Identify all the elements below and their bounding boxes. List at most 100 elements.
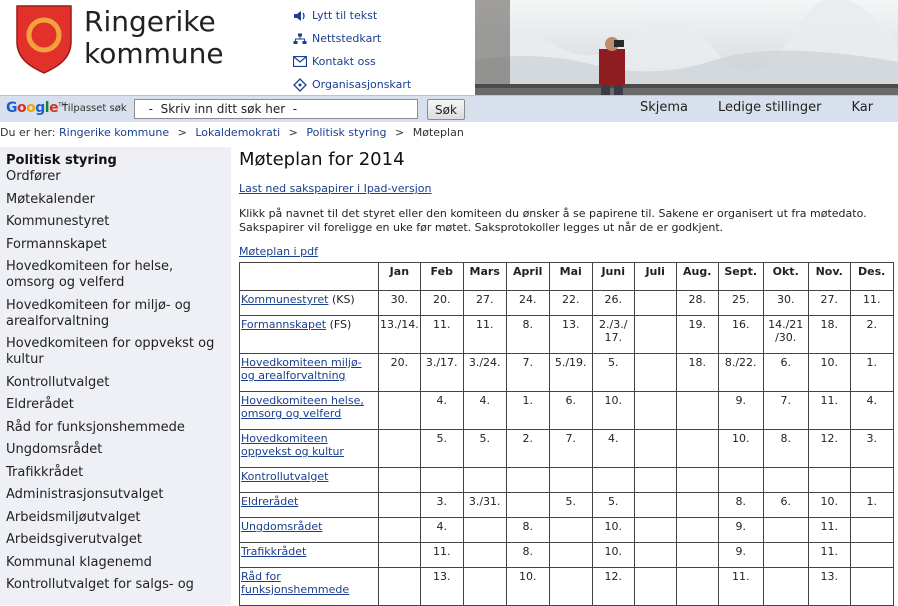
committee-cell: Ungdomsrådet	[239, 517, 379, 543]
breadcrumb-politisk-styring[interactable]: Politisk styring	[306, 126, 386, 139]
meeting-date-cell: 10.	[591, 542, 635, 568]
nav-ledige-stillinger[interactable]: Ledige stillinger	[718, 100, 821, 115]
committee-link[interactable]: Hovedkomiteen oppvekst og kultur	[241, 432, 344, 458]
breadcrumb-separator: >	[288, 126, 298, 139]
sidebar-item-ordforer[interactable]: Ordfører	[0, 169, 231, 185]
site-logo-text[interactable]: Ringerike kommune	[84, 6, 224, 70]
sidebar-item-administrasjonsutvalget[interactable]: Administrasjonsutvalget	[0, 487, 231, 503]
sidebar-item-ungdomsradet[interactable]: Ungdomsrådet	[0, 442, 231, 458]
committee-cell: Hovedkomiteen helse, omsorg og velferd	[239, 391, 379, 430]
sidebar-item-klagenemd[interactable]: Kommunal klagenemd	[0, 555, 231, 571]
sidebar-item-arbeidsgiverutvalget[interactable]: Arbeidsgiverutvalget	[0, 532, 231, 548]
meeting-date-cell: 10.	[591, 391, 635, 430]
column-header-month: Mai	[548, 262, 593, 291]
sidebar-item-eldreradet[interactable]: Eldrerådet	[0, 397, 231, 413]
meeting-date-cell: 11.	[419, 542, 464, 568]
committee-link[interactable]: Råd for funksjonshemmede	[241, 570, 349, 596]
column-header-month: Sept.	[717, 262, 764, 291]
column-header-month: April	[505, 262, 550, 291]
meeting-date-cell: 8.	[505, 315, 550, 354]
sidebar-heading[interactable]: Politisk styring	[0, 147, 231, 169]
table-row: Formannskapet (FS) 13./14. 11. 11. 8. 13. 2./3…	[239, 315, 894, 354]
committee-link[interactable]: Formannskapet	[241, 318, 326, 331]
committee-cell: Trafikkrådet	[239, 542, 379, 568]
meeting-date-cell: 3.	[849, 429, 894, 468]
committee-link[interactable]: Hovedkomiteen helse, omsorg og velferd	[241, 394, 364, 420]
listen-link-label: Lytt til tekst	[312, 9, 378, 22]
sidebar-item-arbeidsmiljoutvalget[interactable]: Arbeidsmiljøutvalget	[0, 510, 231, 526]
service-links: Lytt til tekst Nettstedkart Kontakt oss …	[292, 4, 411, 96]
committee-cell: Kontrollutvalget	[239, 467, 379, 493]
main-content: Møteplan for 2014 Last ned sakspapirer i…	[239, 147, 898, 606]
committee-link[interactable]: Kontrollutvalget	[241, 470, 328, 483]
sitemap-link[interactable]: Nettstedkart	[292, 27, 411, 50]
committee-link[interactable]: Ungdomsrådet	[241, 520, 323, 533]
ipad-download-link[interactable]: Last ned sakspapirer i Ipad-versjon	[239, 182, 898, 195]
meeting-date-cell: 9.	[717, 391, 764, 430]
breadcrumb-separator: >	[395, 126, 405, 139]
sidebar-item-miljo-arealforvaltning[interactable]: Hovedkomiteen for miljø- og arealforvalt…	[0, 298, 231, 330]
contact-link[interactable]: Kontakt oss	[292, 50, 411, 73]
meeting-date-cell: 8./22.	[717, 353, 764, 392]
nav-kart[interactable]: Kar	[851, 100, 873, 115]
logo-line-1: Ringerike	[84, 5, 216, 38]
logo-line-2: kommune	[84, 37, 224, 70]
sidebar-item-kontrollutvalget[interactable]: Kontrollutvalget	[0, 375, 231, 391]
meeting-date-cell: 3./17.	[419, 353, 464, 392]
meeting-date-cell: 19.	[675, 315, 719, 354]
meeting-date-cell	[505, 492, 550, 518]
org-chart-icon	[292, 77, 308, 92]
meeting-date-cell: 13.	[548, 315, 593, 354]
meeting-date-cell: 10.	[807, 492, 851, 518]
committee-link[interactable]: Eldrerådet	[241, 495, 298, 508]
sidebar-item-helse-omsorg-velferd[interactable]: Hovedkomiteen for helse, omsorg og velfe…	[0, 259, 231, 291]
meeting-date-cell: 1.	[849, 353, 894, 392]
sidebar-item-kontrollutvalget-salgs[interactable]: Kontrollutvalget for salgs- og	[0, 577, 231, 593]
search-input[interactable]	[134, 99, 418, 119]
nav-skjema[interactable]: Skjema	[640, 100, 688, 115]
meeting-date-cell: 2./3./ 17.	[591, 315, 635, 354]
meeting-date-cell: 8.	[762, 429, 809, 468]
meeting-date-cell: 6.	[762, 353, 809, 392]
meeting-date-cell	[462, 517, 507, 543]
meeting-date-cell	[633, 315, 677, 354]
table-row: Eldrerådet 3. 3./31. 5. 5. 8. 6. 10. 1.	[239, 492, 894, 518]
meeting-date-cell: 11.	[807, 391, 851, 430]
breadcrumb-separator: >	[177, 126, 187, 139]
org-chart-link[interactable]: Organisasjonskart	[292, 73, 411, 96]
meeting-date-cell: 10.	[717, 429, 764, 468]
meeting-date-cell: 3./24.	[462, 353, 507, 392]
column-header-month: Jan	[378, 262, 421, 291]
committee-link[interactable]: Kommunestyret	[241, 293, 328, 306]
sidebar-item-funksjonshemmede[interactable]: Råd for funksjonshemmede	[0, 420, 231, 436]
sidebar-item-motekalender[interactable]: Møtekalender	[0, 192, 231, 208]
envelope-icon	[292, 55, 308, 69]
meeting-date-cell	[807, 467, 851, 493]
meeting-date-cell: 11.	[807, 542, 851, 568]
breadcrumb-lokaldemokrati[interactable]: Lokaldemokrati	[195, 126, 280, 139]
committee-cell: Eldrerådet	[239, 492, 379, 518]
meeting-date-cell: 3.	[419, 492, 464, 518]
committee-link[interactable]: Hovedkomiteen miljø- og arealforvaltning	[241, 356, 362, 382]
coat-of-arms-logo[interactable]	[15, 4, 73, 74]
meeting-date-cell: 4.	[419, 517, 464, 543]
breadcrumb-ringerike-kommune[interactable]: Ringerike kommune	[59, 126, 169, 139]
meeting-date-cell: 18.	[807, 315, 851, 354]
meeting-date-cell: 8.	[505, 542, 550, 568]
sidebar-item-kommunestyret[interactable]: Kommunestyret	[0, 214, 231, 230]
breadcrumb-prefix: Du er her:	[0, 126, 56, 139]
search-button[interactable]: Søk	[427, 99, 465, 120]
meeting-date-cell	[505, 467, 550, 493]
listen-link[interactable]: Lytt til tekst	[292, 4, 411, 27]
meeting-date-cell: 10.	[505, 567, 550, 606]
meeting-date-cell: 14./21 /30.	[762, 315, 809, 354]
schedule-pdf-link[interactable]: Møteplan i pdf	[239, 245, 898, 258]
committee-link[interactable]: Trafikkrådet	[241, 545, 306, 558]
sidebar-item-oppvekst-kultur[interactable]: Hovedkomiteen for oppvekst og kultur	[0, 336, 231, 368]
meeting-date-cell: 13./14.	[378, 315, 421, 354]
sidebar-item-formannskapet[interactable]: Formannskapet	[0, 237, 231, 253]
sidebar-item-trafikkradet[interactable]: Trafikkrådet	[0, 465, 231, 481]
meeting-date-cell	[378, 467, 421, 493]
meeting-date-cell: 9.	[717, 517, 764, 543]
meeting-date-cell: 20.	[378, 353, 421, 392]
